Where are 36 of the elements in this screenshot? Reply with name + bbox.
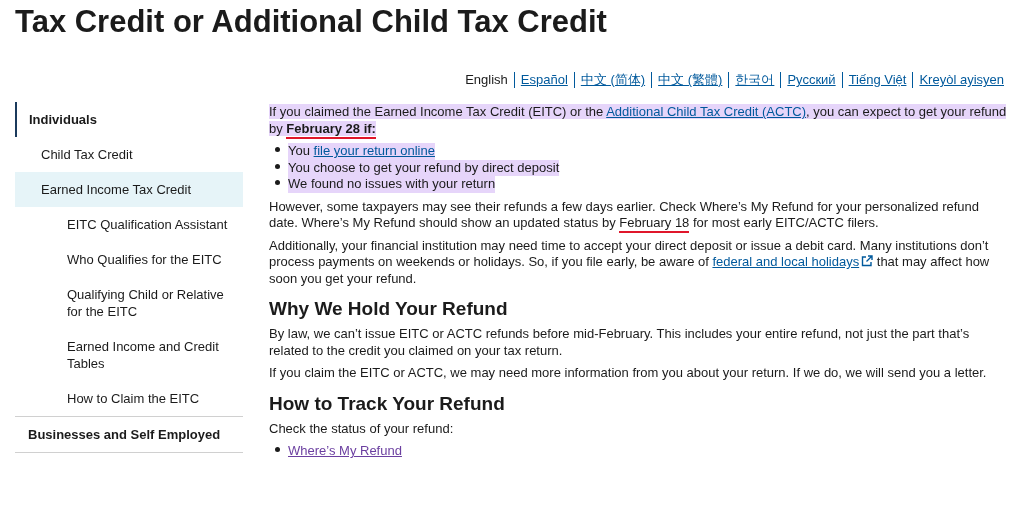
list-item: You file your return online — [288, 143, 435, 160]
page-title: Tax Credit or Additional Child Tax Credit — [15, 3, 608, 41]
sidebar-item[interactable]: EITC Qualification Assistant — [15, 207, 243, 242]
section-heading: How to Track Your Refund — [269, 392, 506, 415]
bullet-icon — [275, 447, 280, 452]
language-link[interactable]: Tiếng Việt — [841, 72, 913, 88]
bullet-icon — [275, 163, 280, 169]
link[interactable]: Where’s My Refund — [288, 443, 402, 458]
section-heading: Why We Hold Your Refund — [269, 298, 509, 320]
sidebar-item[interactable]: Earned Income Tax Credit — [15, 172, 243, 207]
sidebar-item[interactable]: Qualifying Child or Relative for the EITC — [15, 277, 243, 329]
sidebar-item[interactable]: Earned Income and Credit Tables — [15, 329, 243, 381]
language-link[interactable]: 中文 (繁體) — [651, 72, 729, 88]
sidebar-item[interactable]: Businesses and Self Employed — [15, 416, 243, 453]
link[interactable]: federal and local holidays — [712, 254, 874, 269]
list-item: You choose to get your refund by direct deposit — [288, 159, 560, 176]
sidebar-item[interactable]: Who Qualifies for the EITC — [15, 242, 243, 277]
paragraph: Check the status of your refund: — [269, 420, 455, 437]
language-link[interactable]: Español — [513, 72, 574, 88]
external-link-icon — [861, 255, 874, 267]
paragraph: Additionally, your financial institution may need time to accept your direct deposit or issue a debit card. Many institutions don’t process payments on weekends or holidays. So, if you file early, be aware of federal and local holidays that may affect how soon you get your refund. — [269, 237, 991, 287]
paragraph: By law, we can’t issue EITC or ACTC refunds before mid-February. This includes your entire refund, not just the part that’s related to the credit you claimed on your tax return. — [269, 326, 971, 359]
bullet-icon — [275, 180, 280, 185]
link[interactable]: file your return online — [313, 143, 435, 158]
language-link[interactable]: Русский — [780, 72, 842, 88]
language-link[interactable]: Kreyòl ayisyen — [912, 72, 1010, 88]
sidebar-item[interactable]: How to Claim the EITC — [15, 381, 243, 416]
bullet-icon — [275, 147, 280, 152]
paragraph: However, some taxpayers may see their refunds a few days earlier. Check Where’s My Refund for your personalized refund date. Where’s My Refund should show an updated status by February 18 for most early EITC/ACTC filers. — [269, 198, 1010, 232]
list-item: We found no issues with your return — [288, 176, 496, 193]
sidebar-item[interactable]: Child Tax Credit — [15, 137, 243, 172]
language-link[interactable]: 한국어 — [728, 72, 781, 88]
paragraph: If you claim the EITC or ACTC, we may need more information from you about your return. If we do, we will send you a letter. — [269, 365, 988, 382]
language-link[interactable]: 中文 (简体) — [573, 72, 652, 88]
language-link[interactable]: English — [459, 72, 514, 88]
sidebar-item[interactable]: Individuals — [15, 102, 243, 137]
